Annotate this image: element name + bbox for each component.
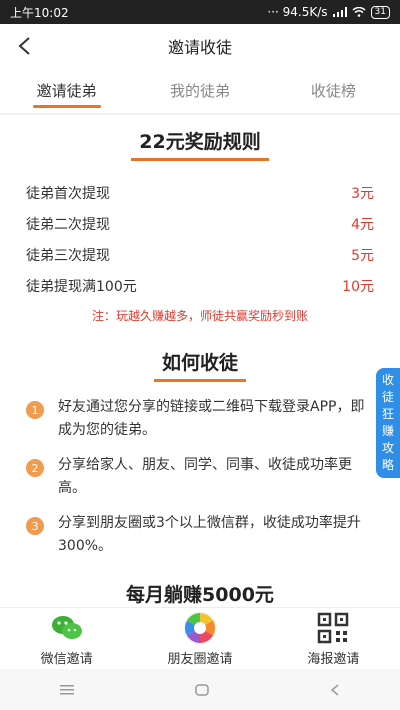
rule-label: 徒弟首次提现	[26, 185, 110, 202]
step-number: 1	[26, 401, 44, 419]
strategy-side-tab[interactable]: 收 徒 狂 赚 攻 略	[376, 368, 400, 478]
step-item: 2 分享给家人、朋友、同学、同事、收徒成功率更高。	[26, 454, 370, 500]
rule-row: 徒弟提现满100元 10元	[26, 270, 374, 301]
step-item: 1 好友通过您分享的链接或二维码下载登录APP，即成为您的徒弟。	[26, 396, 370, 442]
wifi-icon	[352, 7, 366, 17]
rule-row: 徒弟首次提现 3元	[26, 177, 374, 208]
status-right: ··· 94.5K/s 31	[267, 5, 390, 19]
rule-row: 徒弟三次提现 5元	[26, 239, 374, 270]
step-text: 分享到朋友圈或3个以上微信群，收徒成功率提升300%。	[58, 515, 361, 554]
poster-invite-button[interactable]: 海报邀请	[267, 608, 400, 669]
moments-invite-button[interactable]: 朋友圈邀请	[133, 608, 266, 669]
wechat-icon	[51, 615, 82, 639]
step-text: 分享给家人、朋友、同学、同事、收徒成功率更高。	[58, 457, 352, 496]
rule-label: 徒弟提现满100元	[26, 278, 137, 295]
rule-amount: 3元	[351, 185, 374, 202]
system-nav-bar	[0, 669, 400, 710]
step-number: 2	[26, 459, 44, 477]
page-title: 邀请收徒	[167, 38, 232, 57]
side-tab-char: 赚	[381, 424, 394, 438]
step-number: 3	[26, 517, 44, 535]
poster-invite-label: 海报邀请	[307, 651, 360, 667]
tab-invite[interactable]: 邀请徒弟	[0, 68, 133, 113]
rule-amount: 10元	[342, 278, 374, 295]
howto-title: 如何收徒	[0, 346, 400, 382]
step-text: 好友通过您分享的链接或二维码下载登录APP，即成为您的徒弟。	[58, 399, 365, 438]
tab-leaderboard[interactable]: 收徒榜	[267, 68, 400, 113]
side-tab-char: 狂	[381, 407, 394, 421]
back-button[interactable]	[10, 32, 38, 60]
moments-invite-label: 朋友圈邀请	[167, 651, 233, 667]
moments-aperture-icon	[183, 611, 217, 644]
status-time: 上午10:02	[10, 5, 69, 20]
status-bar: 上午10:02 ··· 94.5K/s 31	[0, 0, 400, 24]
rule-amount: 5元	[351, 247, 374, 264]
battery-level: 31	[370, 5, 390, 19]
qrcode-icon	[318, 612, 349, 643]
menu-icon[interactable]	[60, 684, 75, 695]
rule-row: 徒弟二次提现 4元	[26, 208, 374, 239]
wechat-invite-button[interactable]: 微信邀请	[0, 608, 133, 669]
side-tab-char: 略	[381, 458, 394, 472]
nav-bar: 邀请收徒	[0, 24, 400, 68]
monthly-title: 每月躺赚5000元	[0, 578, 400, 607]
rules-note: 注：玩越久赚越多，师徒共赢奖励秒到账	[91, 309, 308, 323]
rules-list: 徒弟首次提现 3元 徒弟二次提现 4元 徒弟三次提现 5元 徒弟提现满100元 …	[0, 177, 400, 301]
tab-bar: 邀请徒弟 我的徒弟 收徒榜	[0, 68, 400, 114]
signal-icon	[332, 7, 347, 17]
rule-label: 徒弟三次提现	[26, 247, 110, 264]
main-content[interactable]: 22元奖励规则 徒弟首次提现 3元 徒弟二次提现 4元 徒弟三次提现 5元 徒弟…	[0, 115, 400, 607]
side-tab-char: 攻	[381, 441, 394, 455]
rule-label: 徒弟二次提现	[26, 216, 110, 233]
steps-list: 1 好友通过您分享的链接或二维码下载登录APP，即成为您的徒弟。 2 分享给家人…	[0, 396, 400, 558]
share-bar: 微信邀请 朋友圈邀请 海报邀请	[0, 607, 400, 669]
rules-title: 22元奖励规则	[0, 125, 400, 161]
home-icon[interactable]	[195, 683, 209, 696]
side-tab-char: 收	[381, 373, 394, 387]
side-tab-char: 徒	[381, 390, 394, 404]
network-speed: ··· 94.5K/s	[267, 5, 328, 19]
step-item: 3 分享到朋友圈或3个以上微信群，收徒成功率提升300%。	[26, 512, 370, 558]
back-nav-icon[interactable]	[330, 683, 340, 696]
rule-amount: 4元	[351, 216, 374, 233]
wechat-invite-label: 微信邀请	[40, 651, 93, 667]
tab-my-apprentices[interactable]: 我的徒弟	[133, 68, 266, 113]
chevron-left-icon	[18, 37, 30, 55]
